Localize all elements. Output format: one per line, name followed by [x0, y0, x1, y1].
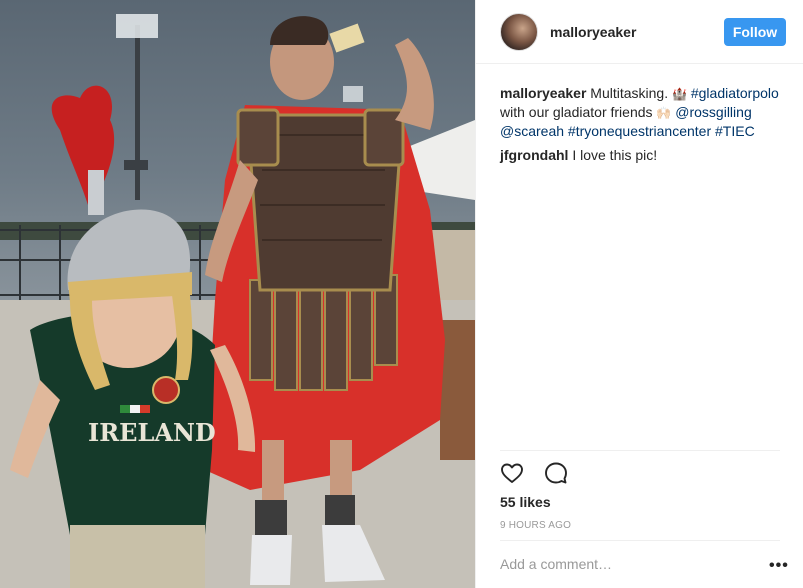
post-header: malloryeaker Follow: [476, 0, 803, 64]
comments-list: malloryeaker Multitasking. 🏰 #gladiatorp…: [500, 84, 790, 170]
follow-button[interactable]: Follow: [724, 18, 786, 46]
hashtag-gladiatorpolo[interactable]: #gladiatorpolo: [691, 85, 779, 101]
hashtag-tryonequestriancenter[interactable]: #tryonequestriancenter: [568, 123, 711, 139]
divider: [500, 450, 780, 451]
divider: [500, 540, 780, 541]
caption-username[interactable]: malloryeaker: [500, 85, 586, 101]
photo-illustration: IRELAND: [0, 14, 475, 588]
action-bar: [500, 461, 584, 487]
post-sidebar: malloryeaker Follow malloryeaker Multita…: [475, 0, 803, 588]
comment-icon[interactable]: [544, 461, 568, 485]
caption-text-2: with our gladiator friends: [500, 104, 657, 120]
caption: malloryeaker Multitasking. 🏰 #gladiatorp…: [500, 84, 790, 140]
shirt-text: IRELAND: [88, 418, 216, 447]
comment-username[interactable]: jfgrondahl: [500, 147, 568, 163]
caption-text-1: Multitasking.: [590, 85, 672, 101]
raised-hands-emoji: 🙌🏻: [656, 106, 672, 120]
add-comment-input[interactable]: [500, 556, 740, 572]
post-photo[interactable]: IRELAND: [0, 0, 475, 588]
heart-icon[interactable]: [500, 461, 524, 485]
timestamp: 9 HOURS AGO: [500, 520, 572, 531]
mention-rossgilling[interactable]: @rossgilling: [675, 104, 751, 120]
header-username[interactable]: malloryeaker: [550, 24, 636, 40]
mention-scareah[interactable]: @scareah: [500, 123, 564, 139]
more-options-icon[interactable]: •••: [769, 557, 789, 575]
avatar[interactable]: [500, 13, 538, 51]
castle-emoji: 🏰: [672, 87, 687, 101]
comment-item: jfgrondahl I love this pic!: [500, 146, 790, 164]
hashtag-tiec[interactable]: #TIEC: [715, 123, 755, 139]
comment-text: I love this pic!: [572, 147, 658, 163]
likes-count[interactable]: 55 likes: [500, 494, 551, 510]
